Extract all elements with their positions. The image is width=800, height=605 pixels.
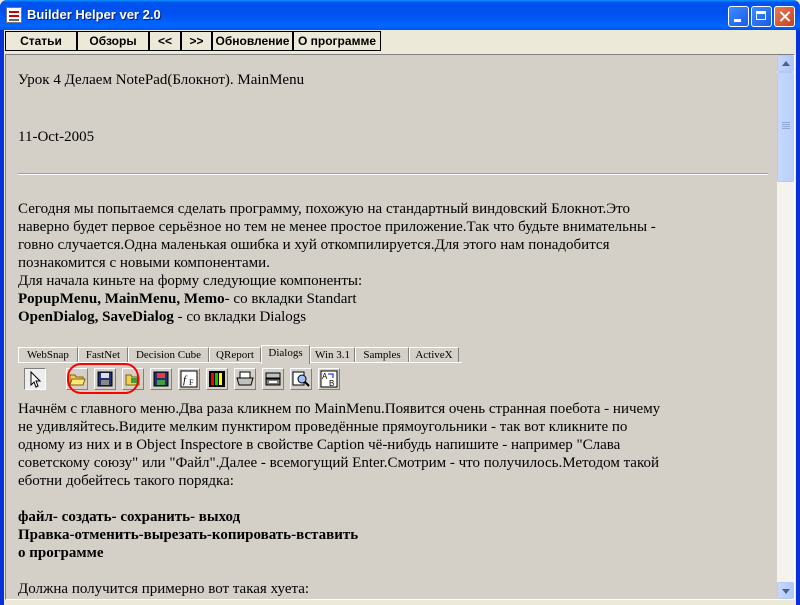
color-dialog-icon xyxy=(206,368,228,390)
components-bold: PopupMenu, MainMenu, Memo xyxy=(18,291,225,307)
palette-tab: Samples xyxy=(355,347,409,363)
title-bar[interactable]: Builder Helper ver 2.0 xyxy=(0,0,800,30)
print-dialog-icon xyxy=(234,368,256,390)
menu-structure-line: Правка-отменить-вырезать-копировать-вста… xyxy=(18,527,359,543)
paragraph-line: Для начала киньте на форму следующие ком… xyxy=(18,273,363,289)
paragraph-line: Сегодня мы попытаемся сделать программу,… xyxy=(18,201,631,217)
client-area: Статьи Обзоры << >> Обновление О програм… xyxy=(4,30,796,605)
find-dialog-icon xyxy=(290,368,312,390)
menu-structure-line: файл- создать- сохранить- выход xyxy=(18,509,241,525)
about-button[interactable]: О программе xyxy=(293,31,381,51)
replace-dialog-icon: AB xyxy=(318,368,340,390)
pointer-icon xyxy=(24,368,46,390)
maximize-button[interactable] xyxy=(751,6,772,27)
prev-button[interactable]: << xyxy=(149,31,181,51)
paragraph-line: говно случается.Одна маленькая ошибка и … xyxy=(18,237,610,253)
menu-structure-line: о программе xyxy=(18,545,104,561)
palette-tab: Decision Cube xyxy=(128,347,209,363)
scroll-thumb[interactable] xyxy=(777,72,794,182)
window-title: Builder Helper ver 2.0 xyxy=(27,7,161,22)
article-content: Урок 4 Делаем NotePad(Блокнот). MainMenu… xyxy=(6,55,777,599)
palette-tab: QReport xyxy=(209,347,261,363)
save-picture-dialog-icon xyxy=(150,368,172,390)
svg-text:B: B xyxy=(329,379,334,388)
paragraph-line: Должна получится примерно вот такая хует… xyxy=(18,581,310,597)
paragraph-line: не удивляйтесь.Видите мелким пунктиром п… xyxy=(18,419,628,435)
scroll-down-button[interactable] xyxy=(777,582,794,599)
paragraph-line: советскому союзу" или "Файл".Далее - все… xyxy=(18,455,660,471)
nav-toolbar: Статьи Обзоры << >> Обновление О програм… xyxy=(4,30,796,52)
components-line: OpenDialog, SaveDialog - со вкладки Dial… xyxy=(18,309,306,326)
svg-text:A: A xyxy=(322,372,328,381)
component-palette-image: WebSnap FastNet Decision Cube QReport Di… xyxy=(18,345,462,394)
palette-tab-active: Dialogs xyxy=(261,345,310,364)
svg-text:F: F xyxy=(189,378,194,387)
app-window: Builder Helper ver 2.0 Статьи Обзоры << … xyxy=(0,0,800,605)
components-bold: OpenDialog, SaveDialog xyxy=(18,309,174,325)
paragraph-line: Начнём с главного меню.Два раза кликнем … xyxy=(18,401,661,417)
reviews-button[interactable]: Обзоры xyxy=(77,31,149,51)
article-heading: Урок 4 Делаем NotePad(Блокнот). MainMenu xyxy=(18,72,305,88)
scroll-up-button[interactable] xyxy=(777,55,794,72)
paragraph-line: познакомится с новыми компонентами. xyxy=(18,255,270,271)
separator xyxy=(18,173,768,175)
update-button[interactable]: Обновление xyxy=(212,31,293,51)
palette-tab: FastNet xyxy=(78,347,128,363)
font-dialog-icon: fF xyxy=(178,368,200,390)
paragraph-line: еботни добейтесь такого порядка: xyxy=(18,473,234,489)
highlight-oval xyxy=(67,363,139,394)
components-source: - со вкладки Standart xyxy=(224,291,357,307)
components-line: PopupMenu, MainMenu, Memo- со вкладки St… xyxy=(18,291,357,308)
palette-tab: WebSnap xyxy=(18,347,78,363)
close-button[interactable] xyxy=(774,6,795,27)
paragraph-line: одному из них и в Object Inspectore в св… xyxy=(18,437,621,453)
components-source: - со вкладки Dialogs xyxy=(173,309,307,325)
printer-setup-dialog-icon xyxy=(262,368,284,390)
articles-button[interactable]: Статьи xyxy=(5,31,77,51)
minimize-button[interactable] xyxy=(728,6,749,27)
next-button[interactable]: >> xyxy=(181,31,212,51)
paragraph-line: наверно будет первое серьёзное но тем не… xyxy=(18,219,656,235)
app-icon[interactable] xyxy=(6,7,22,23)
article-viewer[interactable]: Урок 4 Делаем NotePad(Блокнот). MainMenu… xyxy=(5,54,795,600)
palette-tab: ActiveX xyxy=(409,347,459,363)
vertical-scrollbar[interactable] xyxy=(777,55,794,599)
palette-tab: Win 3.1 xyxy=(310,347,355,363)
article-date: 11-Oct-2005 xyxy=(18,129,95,145)
